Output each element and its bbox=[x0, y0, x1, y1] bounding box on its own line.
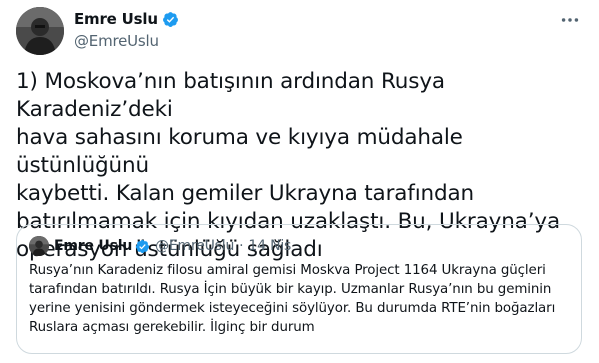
author-avatar[interactable] bbox=[16, 7, 64, 55]
quoted-tweet-card[interactable]: Emre Uslu @EmreUslu · 14 Nis Rusya’nın K… bbox=[16, 224, 582, 354]
author-handle[interactable]: @EmreUslu bbox=[74, 32, 179, 50]
quoted-verified-badge-icon bbox=[136, 239, 150, 253]
meta-separator: · bbox=[239, 238, 244, 254]
tweet-header: Emre Uslu @EmreUslu bbox=[16, 7, 583, 55]
verified-badge-icon bbox=[162, 11, 178, 27]
quoted-tweet-text: Rusya’nın Karadeniz filosu amiral gemisi… bbox=[29, 263, 556, 335]
author-name[interactable]: Emre Uslu bbox=[74, 10, 158, 28]
quoted-tweet-header: Emre Uslu @EmreUslu · 14 Nis bbox=[29, 236, 291, 256]
more-horizontal-icon[interactable] bbox=[559, 9, 581, 31]
quoted-tweet-date: 14 Nis bbox=[248, 238, 292, 254]
quoted-author-avatar bbox=[29, 236, 49, 256]
quoted-avatar-photo bbox=[29, 236, 49, 256]
quoted-author-name: Emre Uslu bbox=[54, 238, 133, 254]
quoted-author-handle: @EmreUslu bbox=[155, 238, 235, 254]
avatar-photo bbox=[16, 7, 64, 55]
author-info: Emre Uslu @EmreUslu bbox=[74, 9, 179, 50]
